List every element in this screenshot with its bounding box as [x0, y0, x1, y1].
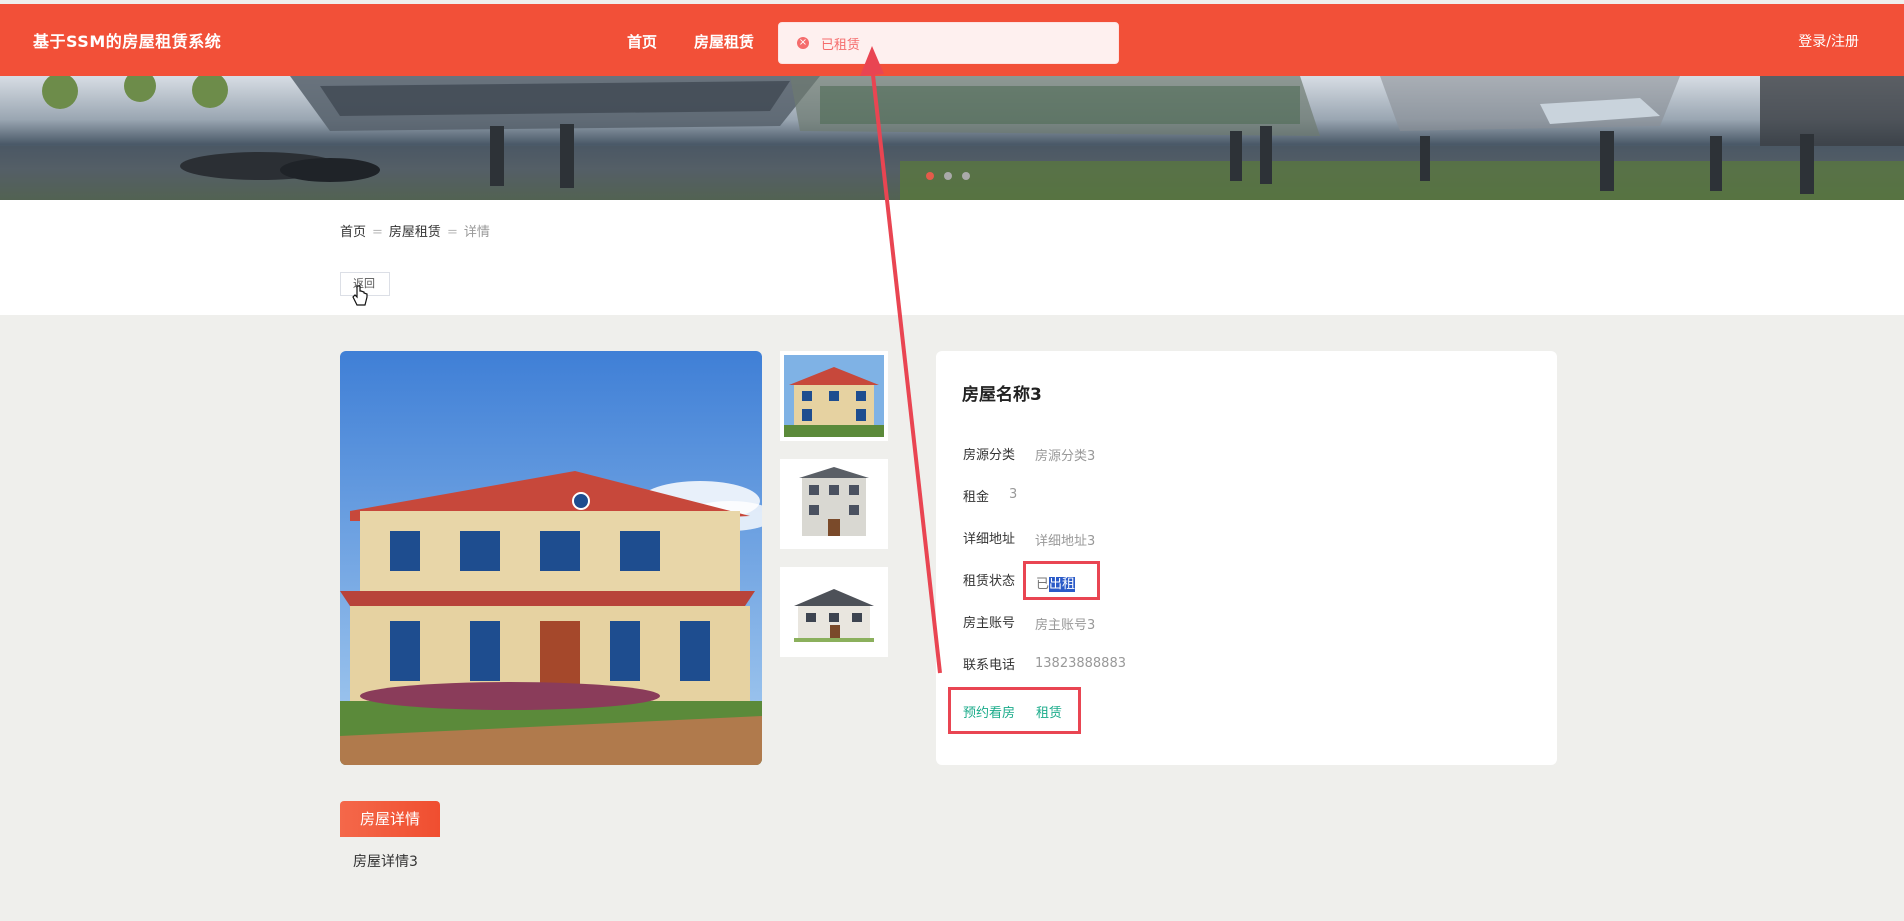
nav-home[interactable]: 首页 — [627, 31, 657, 52]
login-register-link[interactable]: 登录/注册 — [1798, 31, 1859, 51]
field-value-category: 房源分类3 — [1035, 449, 1096, 464]
field-label-rent: 租金 — [963, 490, 990, 505]
field-label-address: 详细地址 — [963, 532, 1016, 547]
field-value-owner: 房主账号3 — [1035, 618, 1096, 633]
site-brand[interactable]: 基于SSM的房屋租赁系统 — [33, 28, 221, 52]
breadcrumb-home[interactable]: 首页 — [340, 225, 366, 240]
house-thumbnail-3[interactable] — [780, 567, 888, 657]
house-title: 房屋名称3 — [962, 385, 1042, 405]
rent-link[interactable]: 租赁 — [1036, 702, 1062, 721]
breadcrumb-current: 详情 — [463, 225, 490, 240]
tab-house-detail[interactable]: 房屋详情 — [340, 801, 440, 837]
breadcrumb-panel — [0, 200, 1904, 315]
breadcrumb-rent[interactable]: 房屋租赁 — [389, 225, 441, 240]
error-icon: × — [797, 37, 809, 49]
field-value-phone: 13823888883 — [1035, 656, 1126, 671]
field-value-address: 详细地址3 — [1035, 534, 1096, 549]
toast-message: 已租赁 — [821, 38, 861, 53]
breadcrumb: 首页 = 房屋租赁 = 详情 — [340, 225, 490, 240]
field-label-status: 租赁状态 — [963, 574, 1016, 589]
field-value-rent: 3 — [1009, 487, 1018, 502]
house-main-image[interactable] — [340, 351, 762, 765]
house-thumbnail-1[interactable] — [780, 351, 888, 441]
book-viewing-link[interactable]: 预约看房 — [963, 702, 1015, 721]
field-label-category: 房源分类 — [963, 448, 1016, 463]
field-label-phone: 联系电话 — [963, 658, 1016, 673]
house-detail-content: 房屋详情3 — [353, 854, 418, 870]
error-toast: × 已租赁 — [778, 22, 1119, 64]
house-thumbnail-2[interactable] — [780, 459, 888, 549]
nav-house-rental[interactable]: 房屋租赁 — [694, 31, 754, 52]
hand-pointer-icon — [352, 285, 368, 306]
field-label-owner: 房主账号 — [963, 616, 1016, 631]
status-highlight-annotation — [1023, 561, 1100, 600]
hero-banner — [0, 76, 1904, 200]
banner-scene-image — [0, 76, 1904, 200]
